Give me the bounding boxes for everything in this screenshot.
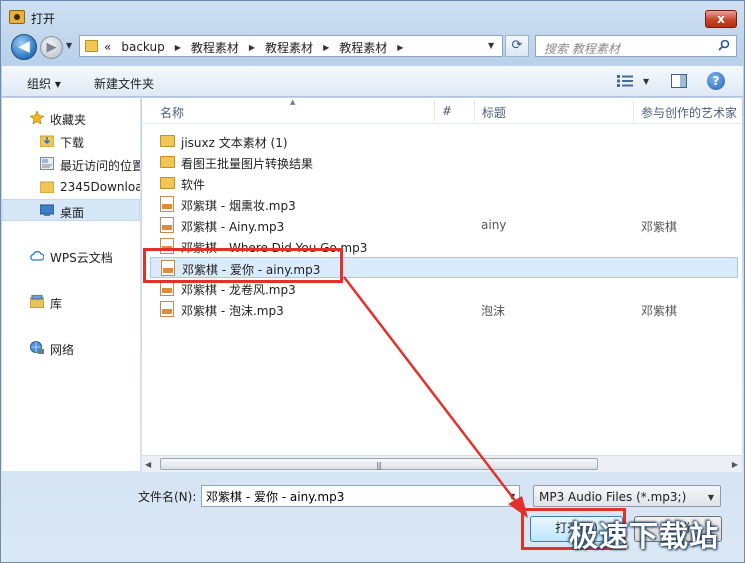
watermark-logo: 极速下载站 <box>569 519 720 553</box>
pointer-arrow-icon <box>343 276 528 518</box>
